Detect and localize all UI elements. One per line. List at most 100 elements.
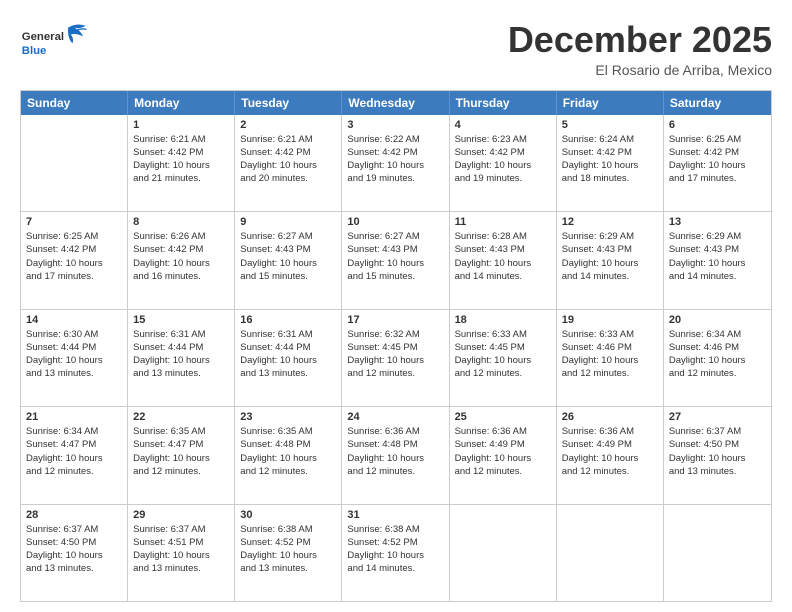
calendar-cell: 9 Sunrise: 6:27 AMSunset: 4:43 PMDaylight… — [235, 212, 342, 308]
day-info: Sunrise: 6:30 AMSunset: 4:44 PMDaylight:… — [26, 328, 122, 381]
calendar-cell: 11 Sunrise: 6:28 AMSunset: 4:43 PMDayligh… — [450, 212, 557, 308]
calendar-cell: 23Sunrise: 6:35 AMSunset: 4:48 PMDayligh… — [235, 407, 342, 503]
calendar-cell: 29 Sunrise: 6:37 AMSunset: 4:51 PMDayligh… — [128, 505, 235, 601]
calendar-cell: 12 Sunrise: 6:29 AMSunset: 4:43 PMDayligh… — [557, 212, 664, 308]
day-info: Sunrise: 6:36 AMSunset: 4:49 PMDaylight:… — [455, 425, 551, 478]
calendar-cell: 31Sunrise: 6:38 AMSunset: 4:52 PMDayligh… — [342, 505, 449, 601]
day-number: 20 — [669, 314, 766, 326]
day-info: Sunrise: 6:35 AMSunset: 4:48 PMDaylight:… — [240, 425, 336, 478]
day-info: Sunrise: 6:32 AMSunset: 4:45 PMDaylight:… — [347, 328, 443, 381]
day-number: 17 — [347, 314, 443, 326]
calendar-cell — [557, 505, 664, 601]
day-number: 16 — [240, 314, 336, 326]
calendar-cell: 13 Sunrise: 6:29 AMSunset: 4:43 PMDayligh… — [664, 212, 771, 308]
calendar-cell: 21 Sunrise: 6:34 AMSunset: 4:47 PMDayligh… — [21, 407, 128, 503]
header-friday: Friday — [557, 91, 664, 115]
calendar-cell: 8Sunrise: 6:26 AMSunset: 4:42 PMDaylight… — [128, 212, 235, 308]
day-info: Sunrise: 6:37 AMSunset: 4:50 PMDaylight:… — [669, 425, 766, 478]
day-info: Sunrise: 6:28 AMSunset: 4:43 PMDaylight:… — [455, 230, 551, 283]
day-number: 5 — [562, 119, 658, 131]
calendar-cell: 27 Sunrise: 6:37 AMSunset: 4:50 PMDayligh… — [664, 407, 771, 503]
header-tuesday: Tuesday — [235, 91, 342, 115]
day-info: Sunrise: 6:35 AMSunset: 4:47 PMDaylight:… — [133, 425, 229, 478]
day-number: 28 — [26, 509, 122, 521]
day-number: 1 — [133, 119, 229, 131]
header-sunday: Sunday — [21, 91, 128, 115]
day-info: Sunrise: 6:25 AMSunset: 4:42 PMDaylight:… — [669, 133, 766, 186]
day-info: Sunrise: 6:31 AMSunset: 4:44 PMDaylight:… — [133, 328, 229, 381]
day-info: Sunrise: 6:21 AMSunset: 4:42 PMDaylight:… — [240, 133, 336, 186]
day-number: 26 — [562, 411, 658, 423]
day-number: 9 — [240, 216, 336, 228]
day-number: 6 — [669, 119, 766, 131]
day-number: 4 — [455, 119, 551, 131]
day-info: Sunrise: 6:21 AMSunset: 4:42 PMDaylight:… — [133, 133, 229, 186]
day-number: 3 — [347, 119, 443, 131]
calendar-cell: 30 Sunrise: 6:38 AMSunset: 4:52 PMDayligh… — [235, 505, 342, 601]
day-number: 13 — [669, 216, 766, 228]
logo-icon: General Blue — [20, 20, 90, 65]
calendar-cell: 15 Sunrise: 6:31 AMSunset: 4:44 PMDayligh… — [128, 310, 235, 406]
header-saturday: Saturday — [664, 91, 771, 115]
calendar-cell: 1 Sunrise: 6:21 AMSunset: 4:42 PMDaylight… — [128, 115, 235, 211]
day-number: 14 — [26, 314, 122, 326]
day-info: Sunrise: 6:36 AMSunset: 4:48 PMDaylight:… — [347, 425, 443, 478]
calendar-cell: 5Sunrise: 6:24 AMSunset: 4:42 PMDaylight… — [557, 115, 664, 211]
day-number: 21 — [26, 411, 122, 423]
calendar-body: 1 Sunrise: 6:21 AMSunset: 4:42 PMDaylight… — [21, 115, 771, 601]
day-info: Sunrise: 6:26 AMSunset: 4:42 PMDaylight:… — [133, 230, 229, 283]
day-info: Sunrise: 6:25 AMSunset: 4:42 PMDaylight:… — [26, 230, 122, 283]
header-wednesday: Wednesday — [342, 91, 449, 115]
calendar-cell: 10 Sunrise: 6:27 AMSunset: 4:43 PMDayligh… — [342, 212, 449, 308]
calendar-row: 21 Sunrise: 6:34 AMSunset: 4:47 PMDayligh… — [21, 406, 771, 503]
day-info: Sunrise: 6:38 AMSunset: 4:52 PMDaylight:… — [240, 523, 336, 576]
day-number: 22 — [133, 411, 229, 423]
calendar-cell: 16Sunrise: 6:31 AMSunset: 4:44 PMDayligh… — [235, 310, 342, 406]
day-info: Sunrise: 6:37 AMSunset: 4:50 PMDaylight:… — [26, 523, 122, 576]
calendar-header: Sunday Monday Tuesday Wednesday Thursday… — [21, 91, 771, 115]
calendar-cell: 6 Sunrise: 6:25 AMSunset: 4:42 PMDaylight… — [664, 115, 771, 211]
day-number: 11 — [455, 216, 551, 228]
calendar-cell — [664, 505, 771, 601]
calendar: Sunday Monday Tuesday Wednesday Thursday… — [20, 90, 772, 602]
day-number: 19 — [562, 314, 658, 326]
location-subtitle: El Rosario de Arriba, Mexico — [508, 62, 772, 78]
day-number: 15 — [133, 314, 229, 326]
svg-text:General: General — [22, 31, 64, 43]
calendar-cell: 19Sunrise: 6:33 AMSunset: 4:46 PMDayligh… — [557, 310, 664, 406]
calendar-cell: 4 Sunrise: 6:23 AMSunset: 4:42 PMDaylight… — [450, 115, 557, 211]
day-info: Sunrise: 6:23 AMSunset: 4:42 PMDaylight:… — [455, 133, 551, 186]
calendar-cell: 3Sunrise: 6:22 AMSunset: 4:42 PMDaylight… — [342, 115, 449, 211]
svg-text:Blue: Blue — [22, 45, 47, 57]
day-info: Sunrise: 6:36 AMSunset: 4:49 PMDaylight:… — [562, 425, 658, 478]
day-number: 10 — [347, 216, 443, 228]
calendar-cell: 7 Sunrise: 6:25 AMSunset: 4:42 PMDaylight… — [21, 212, 128, 308]
calendar-cell: 17 Sunrise: 6:32 AMSunset: 4:45 PMDayligh… — [342, 310, 449, 406]
day-info: Sunrise: 6:29 AMSunset: 4:43 PMDaylight:… — [669, 230, 766, 283]
day-number: 24 — [347, 411, 443, 423]
page: General Blue December 2025 El Rosario de… — [0, 0, 792, 612]
calendar-cell: 2Sunrise: 6:21 AMSunset: 4:42 PMDaylight… — [235, 115, 342, 211]
day-info: Sunrise: 6:38 AMSunset: 4:52 PMDaylight:… — [347, 523, 443, 576]
day-info: Sunrise: 6:34 AMSunset: 4:47 PMDaylight:… — [26, 425, 122, 478]
day-info: Sunrise: 6:29 AMSunset: 4:43 PMDaylight:… — [562, 230, 658, 283]
day-number: 7 — [26, 216, 122, 228]
day-info: Sunrise: 6:27 AMSunset: 4:43 PMDaylight:… — [347, 230, 443, 283]
month-title: December 2025 — [508, 20, 772, 60]
day-info: Sunrise: 6:33 AMSunset: 4:45 PMDaylight:… — [455, 328, 551, 381]
day-number: 27 — [669, 411, 766, 423]
calendar-row: 28 Sunrise: 6:37 AMSunset: 4:50 PMDayligh… — [21, 504, 771, 601]
calendar-cell — [450, 505, 557, 601]
day-info: Sunrise: 6:37 AMSunset: 4:51 PMDaylight:… — [133, 523, 229, 576]
day-number: 18 — [455, 314, 551, 326]
calendar-row: 14 Sunrise: 6:30 AMSunset: 4:44 PMDayligh… — [21, 309, 771, 406]
logo-area: General Blue — [20, 20, 90, 65]
day-number: 29 — [133, 509, 229, 521]
calendar-cell: 20Sunrise: 6:34 AMSunset: 4:46 PMDayligh… — [664, 310, 771, 406]
calendar-row: 1 Sunrise: 6:21 AMSunset: 4:42 PMDaylight… — [21, 115, 771, 211]
calendar-cell: 24 Sunrise: 6:36 AMSunset: 4:48 PMDayligh… — [342, 407, 449, 503]
day-number: 12 — [562, 216, 658, 228]
day-number: 30 — [240, 509, 336, 521]
calendar-cell: 25Sunrise: 6:36 AMSunset: 4:49 PMDayligh… — [450, 407, 557, 503]
day-info: Sunrise: 6:27 AMSunset: 4:43 PMDaylight:… — [240, 230, 336, 283]
